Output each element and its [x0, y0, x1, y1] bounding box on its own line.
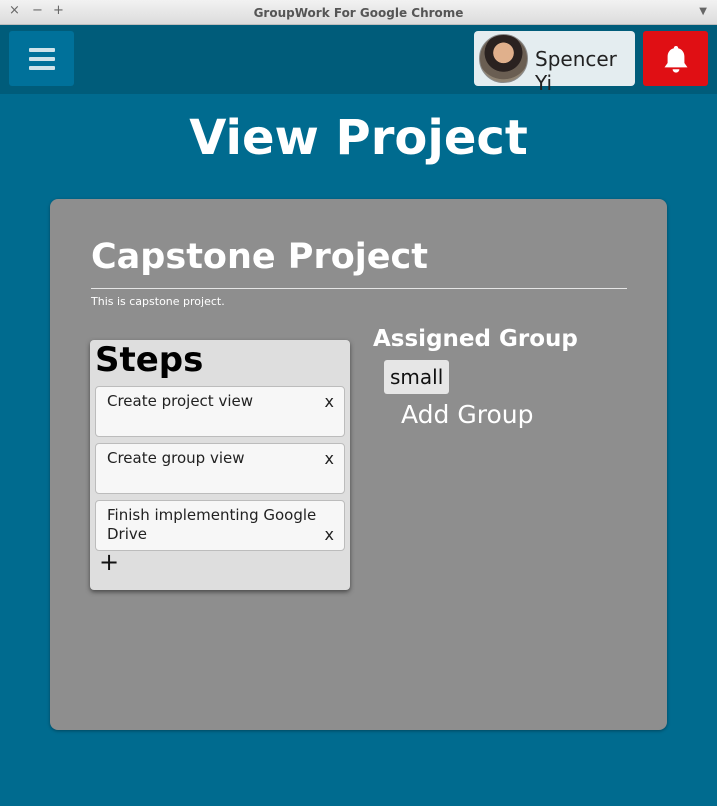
steps-panel: Steps Create project view x Create group… — [90, 340, 350, 590]
add-group-button[interactable]: Add Group — [401, 400, 533, 429]
step-text: Finish implementing Google Drive — [107, 506, 317, 543]
project-title: Capstone Project — [91, 237, 428, 277]
step-text: Create project view — [107, 392, 253, 410]
page-title: View Project — [189, 110, 528, 166]
group-chip[interactable]: small — [384, 360, 450, 394]
assigned-group-title: Assigned Group — [373, 326, 578, 352]
project-card: Capstone Project This is capstone projec… — [50, 199, 667, 730]
bell-icon — [664, 46, 688, 73]
remove-step-button[interactable]: x — [325, 525, 334, 544]
user-profile-button[interactable]: Spencer Yi — [474, 31, 635, 95]
remove-step-button[interactable]: x — [325, 449, 334, 468]
step-item[interactable]: Create group view x — [95, 443, 345, 494]
avatar — [479, 34, 528, 83]
remove-step-button[interactable]: x — [325, 392, 334, 411]
window-title: GroupWork For Google Chrome — [253, 6, 464, 20]
step-item[interactable]: Finish implementing Google Drive x — [95, 500, 345, 551]
window-menu-arrow-icon[interactable]: ▼ — [699, 6, 707, 17]
notifications-button[interactable] — [643, 31, 708, 86]
divider — [91, 288, 627, 289]
user-name: Spencer Yi — [535, 47, 617, 95]
window-titlebar: × − + GroupWork For Google Chrome ▼ — [0, 0, 717, 25]
app-header: Spencer Yi — [0, 25, 717, 95]
project-description: This is capstone project. — [91, 295, 225, 308]
step-text: Create group view — [107, 449, 245, 467]
step-item[interactable]: Create project view x — [95, 386, 345, 437]
add-step-button[interactable]: + — [99, 550, 119, 574]
steps-title: Steps — [95, 340, 204, 380]
menu-button[interactable] — [9, 31, 74, 86]
